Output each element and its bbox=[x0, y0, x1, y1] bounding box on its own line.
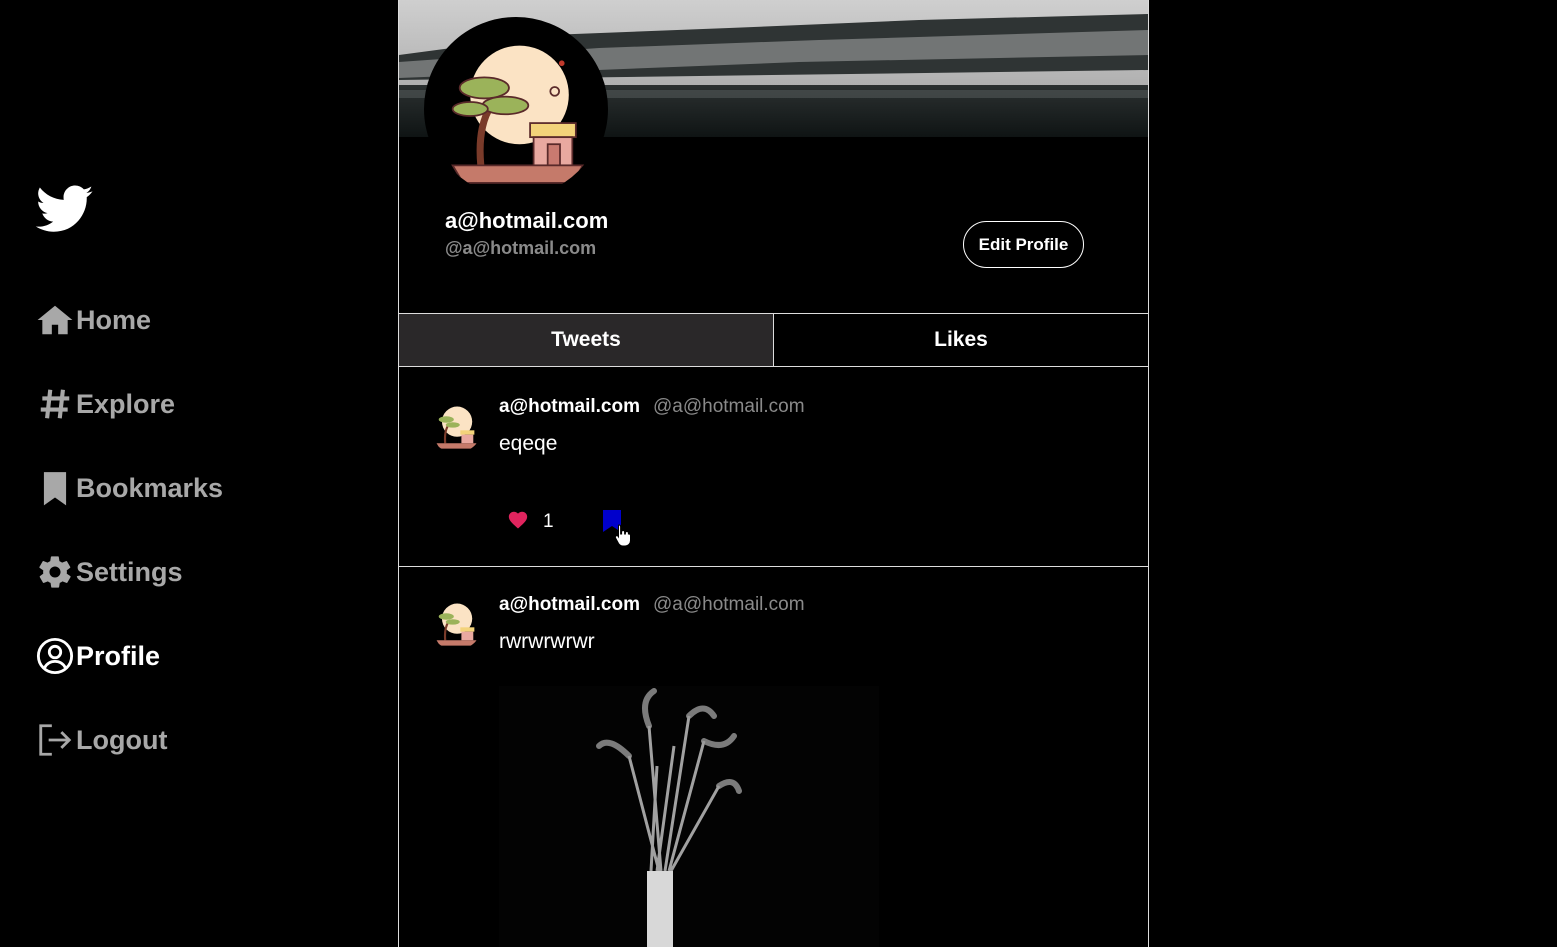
bonsai-avatar-icon bbox=[451, 45, 585, 184]
tweet-text: eqeqe bbox=[499, 432, 558, 455]
user-circle-icon bbox=[36, 637, 74, 675]
profile-name: a@hotmail.com bbox=[445, 208, 609, 233]
tweet-media-image[interactable] bbox=[499, 686, 879, 947]
tab-tweets[interactable]: Tweets bbox=[399, 314, 774, 366]
sidebar-item-profile[interactable]: Profile bbox=[36, 636, 160, 676]
bookmark-icon bbox=[43, 472, 67, 506]
profile-tabs: Tweets Likes bbox=[399, 313, 1148, 367]
sidebar-item-label: Explore bbox=[76, 388, 176, 419]
tweet-author-name[interactable]: a@hotmail.com bbox=[499, 594, 640, 616]
twitter-bird-icon[interactable] bbox=[34, 180, 96, 238]
sidebar-item-explore[interactable]: Explore bbox=[36, 384, 175, 424]
sidebar-item-label: Profile bbox=[76, 640, 161, 671]
bonsai-avatar-icon bbox=[436, 603, 477, 646]
hand-pointer-icon bbox=[614, 524, 631, 547]
bonsai-avatar-icon bbox=[436, 406, 477, 449]
profile-avatar[interactable] bbox=[424, 17, 608, 201]
tweet-avatar[interactable] bbox=[429, 399, 483, 453]
gear-icon bbox=[39, 556, 71, 588]
profile-handle: @a@hotmail.com bbox=[445, 238, 597, 258]
edit-profile-button[interactable]: Edit Profile bbox=[963, 221, 1084, 268]
sidebar-item-logout[interactable]: Logout bbox=[36, 720, 167, 760]
like-count: 1 bbox=[543, 511, 554, 532]
sidebar-item-label: Settings bbox=[76, 556, 183, 587]
logout-icon bbox=[39, 724, 72, 756]
tweet-text: rwrwrwrwr bbox=[499, 630, 595, 653]
sidebar-item-label: Bookmarks bbox=[76, 472, 224, 503]
tweet-item[interactable]: a@hotmail.com @a@hotmail.com rwrwrwrwr bbox=[399, 567, 1148, 947]
heart-icon[interactable] bbox=[507, 509, 529, 531]
house-icon bbox=[37, 305, 73, 335]
tweet-avatar[interactable] bbox=[429, 596, 483, 650]
sidebar-item-label: Logout bbox=[76, 724, 168, 755]
sidebar-item-settings[interactable]: Settings bbox=[36, 552, 183, 592]
sidebar: Home Explore Bookmarks Settings Profile … bbox=[0, 0, 398, 947]
sidebar-item-home[interactable]: Home bbox=[36, 300, 151, 340]
sidebar-item-label: Home bbox=[76, 304, 152, 335]
hashtag-icon bbox=[40, 389, 70, 419]
tab-likes[interactable]: Likes bbox=[774, 314, 1148, 366]
profile-main: a@hotmail.com @a@hotmail.com Edit Profil… bbox=[398, 0, 1149, 947]
tweet-author-handle: @a@hotmail.com bbox=[653, 594, 805, 615]
sidebar-item-bookmarks[interactable]: Bookmarks bbox=[36, 468, 223, 508]
tweet-author-handle: @a@hotmail.com bbox=[653, 396, 805, 417]
tweet-author-name[interactable]: a@hotmail.com bbox=[499, 396, 640, 418]
tweet-item[interactable]: a@hotmail.com @a@hotmail.com eqeqe 1 bbox=[399, 368, 1148, 567]
